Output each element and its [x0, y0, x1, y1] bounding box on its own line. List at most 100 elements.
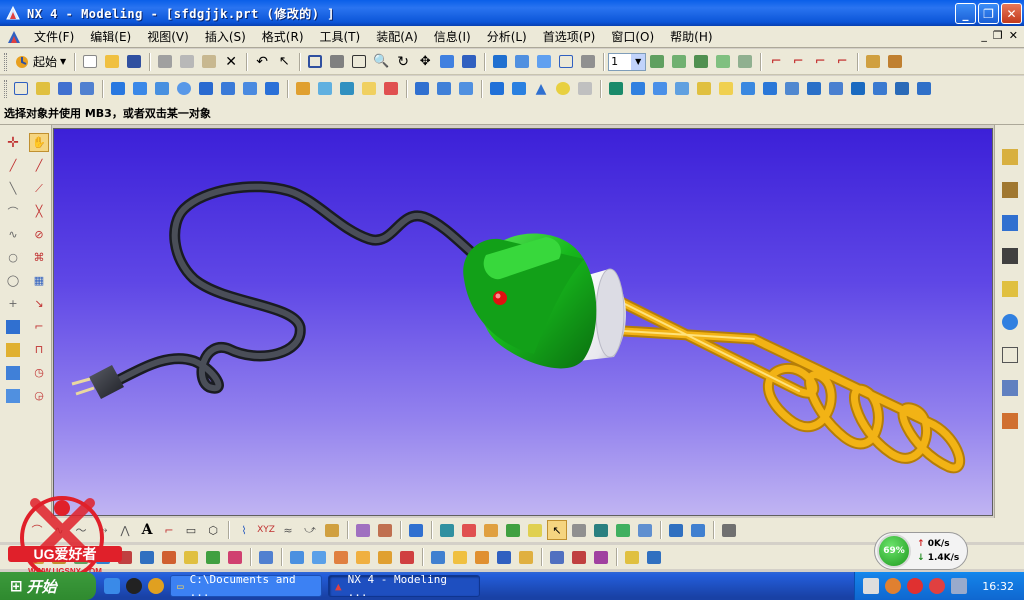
project-curve-button[interactable] — [322, 520, 342, 540]
unite-button[interactable] — [293, 79, 313, 99]
edit-1-button[interactable]: ╱ — [29, 156, 49, 175]
cyl-feature-button[interactable] — [509, 79, 529, 99]
select-button[interactable]: ✋ — [29, 133, 49, 152]
surf-o-button[interactable] — [353, 547, 373, 567]
assembly-navigator-button[interactable] — [1000, 147, 1020, 166]
menu-preferences[interactable]: 首选项(P) — [535, 27, 604, 47]
edit-7-button[interactable]: ↘ — [29, 294, 49, 313]
render-1-button[interactable] — [666, 520, 686, 540]
line-button[interactable]: ╱ — [3, 156, 23, 175]
back-arrow-icon[interactable] — [885, 578, 901, 594]
surface-5-button[interactable] — [694, 79, 714, 99]
text-button[interactable]: A — [137, 520, 157, 540]
cut-button[interactable] — [155, 52, 175, 72]
process-studio-button[interactable] — [1000, 378, 1020, 397]
media-icon[interactable] — [148, 578, 164, 594]
edit-5-button[interactable]: ⌘ — [29, 248, 49, 267]
surf-l-button[interactable] — [287, 547, 307, 567]
polygon-button[interactable]: ⬡ — [203, 520, 223, 540]
surf-f-button[interactable] — [137, 547, 157, 567]
history-button[interactable] — [1000, 312, 1020, 331]
offset-curve-button[interactable]: ≈ — [278, 520, 298, 540]
edge-blend-button[interactable] — [412, 79, 432, 99]
surf-p-button[interactable] — [375, 547, 395, 567]
close-button[interactable]: ✕ — [1001, 3, 1022, 24]
toolbar-grip[interactable] — [4, 79, 7, 98]
weibo-icon[interactable] — [907, 578, 923, 594]
surf-r-button[interactable] — [428, 547, 448, 567]
training-button[interactable] — [1000, 246, 1020, 265]
start-button[interactable]: 起始 ▼ — [10, 53, 70, 70]
revolve-button[interactable] — [55, 79, 75, 99]
split-body-button[interactable] — [381, 79, 401, 99]
delete-button[interactable]: ✕ — [221, 52, 241, 72]
cylinder-button[interactable] — [130, 79, 150, 99]
solid-1-button[interactable] — [3, 317, 23, 336]
surface-15-button[interactable] — [914, 79, 934, 99]
hat-button[interactable] — [578, 52, 598, 72]
surf-w-button[interactable] — [547, 547, 567, 567]
cube-3-button[interactable] — [534, 52, 554, 72]
display-4-button[interactable] — [503, 520, 523, 540]
surface-2-button[interactable] — [628, 79, 648, 99]
surface-7-button[interactable] — [738, 79, 758, 99]
spline-button[interactable]: ∿ — [3, 225, 23, 244]
menu-analysis[interactable]: 分析(L) — [479, 27, 535, 47]
cone-feature-button[interactable]: ▲ — [531, 79, 551, 99]
analysis-button[interactable] — [885, 52, 905, 72]
edit-2-button[interactable]: ⟋ — [29, 179, 49, 198]
paste-button[interactable] — [199, 52, 219, 72]
surf-k-button[interactable] — [256, 547, 276, 567]
rotate-button[interactable]: ↻ — [393, 52, 413, 72]
wcs-4-button[interactable]: ⌐ — [832, 52, 852, 72]
edit-4-button[interactable]: ⊘ — [29, 225, 49, 244]
boss-button[interactable] — [218, 79, 238, 99]
work-layer-select[interactable]: 1 ▼ — [608, 52, 647, 71]
graphics-viewport[interactable] — [53, 128, 993, 516]
pocket-button[interactable] — [240, 79, 260, 99]
section-button[interactable] — [406, 520, 426, 540]
face-blend-button[interactable] — [456, 79, 476, 99]
surf-x-button[interactable] — [569, 547, 589, 567]
menu-assembly[interactable]: 装配(A) — [368, 27, 426, 47]
zoom-button[interactable] — [327, 52, 347, 72]
copy-button[interactable] — [177, 52, 197, 72]
menu-information[interactable]: 信息(I) — [426, 27, 479, 47]
antivirus-icon[interactable] — [929, 578, 945, 594]
mdi-close-button[interactable]: ✕ — [1009, 29, 1018, 42]
chamfer-button[interactable] — [434, 79, 454, 99]
surf-u-button[interactable] — [494, 547, 514, 567]
cube-2-button[interactable] — [512, 52, 532, 72]
surf-y-button[interactable] — [591, 547, 611, 567]
plus-button[interactable]: + — [3, 294, 23, 313]
open-button[interactable] — [102, 52, 122, 72]
part-navigator-button[interactable] — [1000, 180, 1020, 199]
bridge-curve-button[interactable]: ⤻ — [300, 520, 320, 540]
mdi-minimize-button[interactable]: _ — [981, 29, 987, 42]
surface-12-button[interactable] — [848, 79, 868, 99]
cube-4-button[interactable] — [556, 52, 576, 72]
windows-start-button[interactable]: ⊞ 开始 — [0, 572, 96, 600]
layer-1-button[interactable] — [647, 52, 667, 72]
zoom-window-button[interactable] — [349, 52, 369, 72]
render-3-button[interactable] — [719, 520, 739, 540]
fillet-curve-button[interactable]: ⌐ — [159, 520, 179, 540]
keyboard-icon[interactable] — [863, 578, 879, 594]
layer-4-button[interactable] — [713, 52, 733, 72]
point-button[interactable]: ✛ — [3, 133, 23, 152]
surface-8-button[interactable] — [760, 79, 780, 99]
surface-6-button[interactable] — [716, 79, 736, 99]
wcs-3-button[interactable]: ⌐ — [810, 52, 830, 72]
trim-body-button[interactable] — [359, 79, 379, 99]
edit-8-button[interactable]: ⌐ — [29, 317, 49, 336]
network-icon[interactable] — [951, 578, 967, 594]
shape-feature-button[interactable] — [575, 79, 595, 99]
menu-help[interactable]: 帮助(H) — [662, 27, 720, 47]
edit-curve-1-button[interactable] — [353, 520, 373, 540]
surface-4-button[interactable] — [672, 79, 692, 99]
display-3-button[interactable] — [481, 520, 501, 540]
display-8-button[interactable] — [613, 520, 633, 540]
extrude-button[interactable] — [33, 79, 53, 99]
ie-icon[interactable] — [104, 578, 120, 594]
fit-button[interactable] — [305, 52, 325, 72]
